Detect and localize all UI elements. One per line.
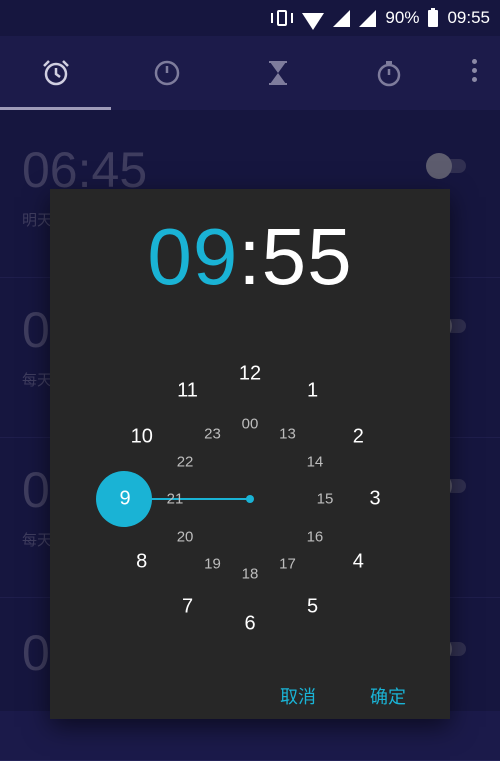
status-bar: 90% 09:55 bbox=[0, 0, 500, 36]
clock-hour-7[interactable]: 7 bbox=[182, 596, 193, 619]
more-options-icon[interactable] bbox=[472, 59, 478, 85]
battery-icon bbox=[428, 7, 439, 27]
clock-hand-layer bbox=[96, 471, 254, 527]
clock-hour-3[interactable]: 3 bbox=[369, 488, 380, 511]
clock-hour-15[interactable]: 15 bbox=[317, 491, 334, 508]
tab-timer[interactable] bbox=[222, 36, 333, 110]
wifi-icon bbox=[302, 12, 325, 30]
signal-icon bbox=[333, 9, 351, 27]
toolbar bbox=[0, 36, 500, 110]
ok-button[interactable]: 确定 bbox=[370, 683, 406, 709]
vibrate-icon bbox=[271, 9, 294, 27]
clock-hour-20[interactable]: 20 bbox=[177, 528, 194, 545]
tab-clock[interactable] bbox=[111, 36, 222, 110]
status-clock: 09:55 bbox=[447, 8, 490, 27]
time-picker-dialog: 09:55 12 1 2 3 4 5 6 7 8 9 10 11 00 13 14 15 16 17 18 19 20… bbox=[50, 189, 450, 719]
clock-hour-11[interactable]: 11 bbox=[177, 379, 198, 402]
clock-hour-16[interactable]: 16 bbox=[307, 528, 324, 545]
tab-stopwatch[interactable] bbox=[333, 36, 444, 110]
clock-hour-2[interactable]: 2 bbox=[353, 425, 364, 448]
clock-hour-1[interactable]: 1 bbox=[307, 379, 318, 402]
clock-hour-9[interactable]: 9 bbox=[119, 488, 130, 511]
clock-hour-19[interactable]: 19 bbox=[204, 555, 221, 572]
stopwatch-icon bbox=[377, 61, 400, 87]
clock-hour-14[interactable]: 14 bbox=[307, 453, 324, 470]
alarm-icon bbox=[42, 60, 69, 86]
clock-hour-00[interactable]: 00 bbox=[242, 416, 259, 433]
clock-hour-4[interactable]: 4 bbox=[353, 550, 364, 573]
clock-center-dot bbox=[246, 495, 254, 503]
clock-hour-23[interactable]: 23 bbox=[204, 426, 221, 443]
clock-hour-22[interactable]: 22 bbox=[177, 453, 194, 470]
clock-hour-17[interactable]: 17 bbox=[279, 555, 296, 572]
clock-hour-6[interactable]: 6 bbox=[244, 613, 255, 636]
signal-icon-2 bbox=[359, 9, 377, 27]
clock-hour-10[interactable]: 10 bbox=[131, 425, 153, 448]
clock-hour-8[interactable]: 8 bbox=[136, 550, 147, 573]
clock-icon bbox=[154, 60, 179, 86]
clock-hour-5[interactable]: 5 bbox=[307, 596, 318, 619]
clock-face[interactable]: 12 1 2 3 4 5 6 7 8 9 10 11 00 13 14 15 16 17 18 19 20 21 22 23 bbox=[50, 189, 450, 719]
hourglass-icon bbox=[268, 61, 287, 85]
tab-alarm[interactable] bbox=[0, 36, 111, 110]
clock-hour-18[interactable]: 18 bbox=[242, 566, 259, 583]
clock-hour-21[interactable]: 21 bbox=[167, 491, 184, 508]
clock-hour-13[interactable]: 13 bbox=[279, 426, 296, 443]
cancel-button[interactable]: 取消 bbox=[280, 683, 316, 709]
battery-percent: 90% bbox=[385, 8, 420, 27]
clock-hour-12[interactable]: 12 bbox=[239, 363, 261, 386]
